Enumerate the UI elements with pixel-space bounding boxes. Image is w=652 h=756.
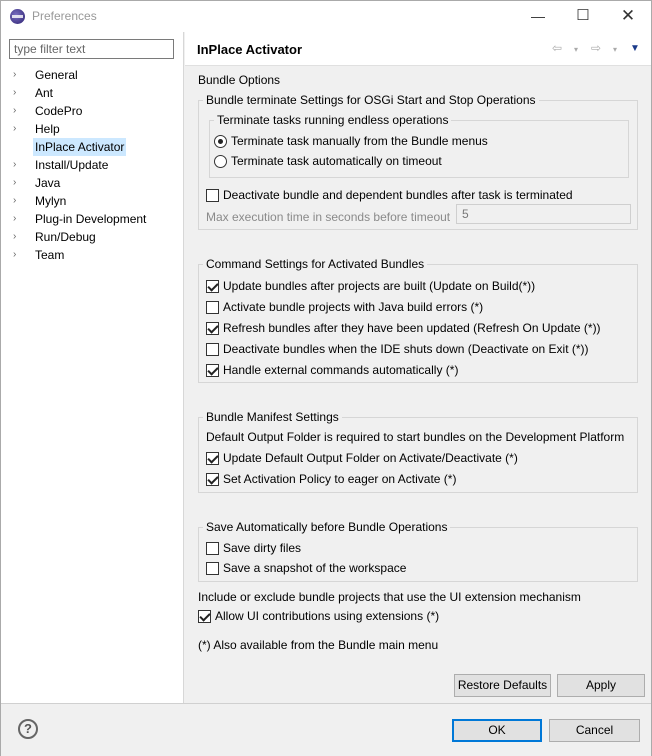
group-legend: Bundle Manifest Settings [203, 410, 342, 424]
endless-operations-group: Terminate tasks running endless operatio… [209, 113, 629, 178]
tree-item-label: CodePro [35, 104, 83, 118]
tree-item-mylyn[interactable]: › Mylyn [13, 192, 183, 210]
checkbox[interactable] [206, 561, 219, 575]
chevron-right-icon[interactable]: › [13, 120, 33, 138]
tree-item-general[interactable]: › General [13, 66, 183, 84]
back-arrow-icon[interactable]: ⇦ [552, 41, 562, 55]
checkbox[interactable] [206, 279, 219, 293]
tree-item-label: Team [35, 248, 65, 262]
tree-item-run-debug[interactable]: › Run/Debug [13, 228, 183, 246]
group-legend: Command Settings for Activated Bundles [203, 257, 428, 271]
radio-terminate-auto[interactable]: Terminate task automatically on timeout [214, 152, 442, 170]
tree-item-label: Plug-in Development [35, 212, 147, 226]
tree-item-team[interactable]: › Team [13, 246, 183, 264]
view-menu-icon[interactable]: ▼ [630, 43, 640, 54]
output-folder-info: Default Output Folder is required to sta… [206, 430, 625, 444]
deactivate-after-terminate-checkbox[interactable]: Deactivate bundle and dependent bundles … [206, 186, 573, 204]
save-dirty-files-checkbox[interactable]: Save dirty files [206, 539, 301, 557]
page-header: InPlace Activator ⇦ ▾ ⇨ ▾ ▼ [185, 32, 651, 66]
help-icon[interactable]: ? [18, 719, 38, 739]
chevron-right-icon[interactable]: › [13, 156, 33, 174]
group-legend: Save Automatically before Bundle Operati… [203, 520, 451, 534]
eclipse-icon [10, 9, 25, 24]
checkbox[interactable] [206, 300, 219, 314]
checkbox[interactable] [206, 541, 219, 555]
deactivate-on-exit-checkbox[interactable]: Deactivate bundles when the IDE shuts do… [206, 340, 589, 358]
tree-item-plugin-development[interactable]: › Plug-in Development [13, 210, 183, 228]
forward-dropdown-icon[interactable]: ▾ [613, 45, 617, 54]
preferences-window: Preferences — ☐ ✕ ›General ›Ant ›CodePro… [0, 0, 652, 756]
save-settings-group: Save Automatically before Bundle Operati… [198, 520, 638, 582]
forward-arrow-icon[interactable]: ⇨ [591, 41, 601, 55]
radio-button[interactable] [214, 134, 227, 148]
refresh-on-update-checkbox[interactable]: Refresh bundles after they have been upd… [206, 319, 601, 337]
handle-external-checkbox[interactable]: Handle external commands automatically (… [206, 361, 458, 379]
update-on-build-checkbox[interactable]: Update bundles after projects are built … [206, 277, 535, 295]
activation-policy-checkbox[interactable]: Set Activation Policy to eager on Activa… [206, 470, 456, 488]
minimize-icon[interactable]: — [528, 7, 548, 25]
chevron-right-icon[interactable]: › [13, 228, 33, 246]
chevron-right-icon[interactable]: › [13, 246, 33, 264]
dialog-button-bar: ? OK Cancel [1, 703, 651, 756]
title-bar: Preferences — ☐ ✕ [1, 1, 651, 32]
group-legend: Terminate tasks running endless operatio… [214, 113, 452, 127]
window-title: Preferences [32, 9, 97, 23]
chevron-right-icon[interactable]: › [13, 102, 33, 120]
manifest-settings-group: Bundle Manifest Settings Default Output … [198, 410, 638, 493]
checkbox[interactable] [206, 451, 219, 465]
checkbox[interactable] [206, 342, 219, 356]
ui-extension-label: Include or exclude bundle projects that … [198, 590, 581, 604]
checkbox[interactable] [206, 321, 219, 335]
tree-item-label: InPlace Activator [33, 138, 127, 156]
preference-page: InPlace Activator ⇦ ▾ ⇨ ▾ ▼ Bundle Optio… [185, 32, 651, 703]
tree-item-help[interactable]: › Help [13, 120, 183, 138]
tree-item-install-update[interactable]: › Install/Update [13, 156, 183, 174]
group-legend: Bundle terminate Settings for OSGi Start… [203, 93, 539, 107]
tree-item-label: Run/Debug [35, 230, 96, 244]
radio-terminate-manual[interactable]: Terminate task manually from the Bundle … [214, 132, 488, 150]
apply-button[interactable]: Apply [557, 674, 645, 697]
chevron-right-icon[interactable]: › [13, 66, 33, 84]
save-snapshot-checkbox[interactable]: Save a snapshot of the workspace [206, 559, 406, 577]
ok-button[interactable]: OK [452, 719, 542, 742]
bundle-options-label: Bundle Options [198, 73, 281, 87]
tree-item-codepro[interactable]: › CodePro [13, 102, 183, 120]
chevron-right-icon[interactable]: › [13, 174, 33, 192]
chevron-right-icon[interactable]: › [13, 210, 33, 228]
maximize-icon[interactable]: ☐ [573, 7, 593, 25]
tree-item-label: Ant [35, 86, 54, 100]
allow-ui-contributions-checkbox[interactable]: Allow UI contributions using extensions … [198, 607, 439, 625]
tree-item-inplace-activator[interactable]: InPlace Activator [13, 138, 183, 156]
tree-item-label: Install/Update [35, 158, 109, 172]
radio-button[interactable] [214, 154, 227, 168]
checkbox[interactable] [206, 472, 219, 486]
filter-input[interactable] [9, 39, 174, 59]
tree-item-java[interactable]: › Java [13, 174, 183, 192]
max-exec-label: Max execution time in seconds before tim… [206, 210, 451, 224]
update-output-folder-checkbox[interactable]: Update Default Output Folder on Activate… [206, 449, 518, 467]
checkbox[interactable] [206, 363, 219, 377]
checkbox[interactable] [206, 188, 219, 202]
chevron-right-icon[interactable]: › [13, 84, 33, 102]
checkbox[interactable] [198, 609, 211, 623]
terminate-settings-group: Bundle terminate Settings for OSGi Start… [198, 93, 638, 230]
tree-item-label: Java [35, 176, 61, 190]
command-settings-group: Command Settings for Activated Bundles U… [198, 257, 638, 383]
tree-item-label: Mylyn [35, 194, 67, 208]
back-dropdown-icon[interactable]: ▾ [574, 45, 578, 54]
tree-item-label: Help [35, 122, 60, 136]
page-title: InPlace Activator [197, 42, 303, 57]
tree-item-label: General [35, 68, 78, 82]
activate-with-errors-checkbox[interactable]: Activate bundle projects with Java build… [206, 298, 483, 316]
preference-tree: › General › Ant › CodePro › Help InPlace Act… [13, 66, 183, 264]
max-exec-field: 5 [456, 204, 631, 224]
tree-item-ant[interactable]: › Ant [13, 84, 183, 102]
cancel-button[interactable]: Cancel [549, 719, 640, 742]
restore-defaults-button[interactable]: Restore Defaults [454, 674, 551, 697]
chevron-right-icon[interactable]: › [13, 192, 33, 210]
footnote: (*) Also available from the Bundle main … [198, 638, 439, 652]
preference-tree-pane: ›General ›Ant ›CodePro ›Help InPlace Act… [1, 32, 184, 703]
close-icon[interactable]: ✕ [618, 7, 638, 25]
